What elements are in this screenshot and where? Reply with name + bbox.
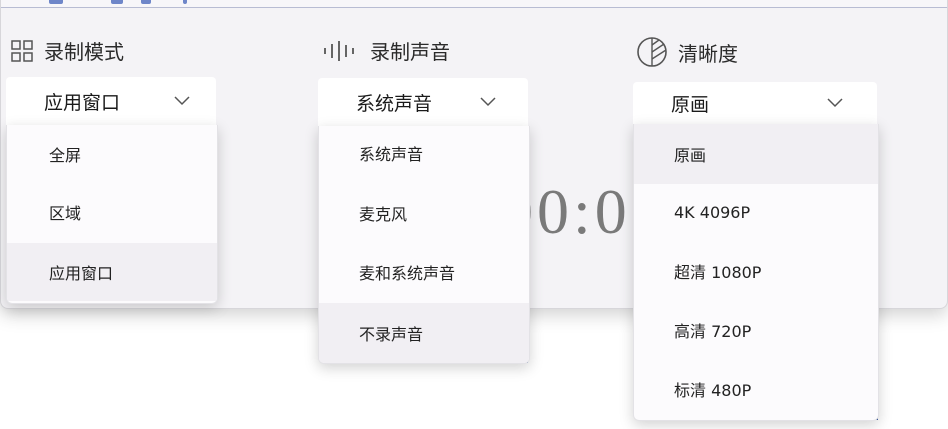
record-audio-value: 系统声音 [356, 92, 433, 115]
window-top-strip [1, 0, 947, 8]
chevron-down-icon [480, 97, 496, 107]
quality-title: 清晰度 [678, 41, 738, 66]
menu-item-fullscreen[interactable]: 全屏 [7, 127, 217, 181]
record-audio-title: 录制声音 [370, 40, 450, 64]
menu-item-4k[interactable]: 4K 4096P [634, 185, 878, 239]
quality-circle-icon [636, 36, 668, 68]
menu-item-region[interactable]: 区域 [7, 185, 217, 239]
menu-item-microphone[interactable]: 麦克风 [319, 186, 529, 240]
record-mode-header: 录制模式 [10, 36, 124, 65]
quality-select[interactable]: 原画 [633, 82, 877, 124]
record-mode-menu: 全屏 区域 应用窗口 [6, 125, 218, 304]
top-hint-mark [49, 0, 63, 4]
menu-item-app-window[interactable]: 应用窗口 [7, 243, 217, 301]
quality-header: 清晰度 [636, 36, 738, 68]
menu-item-no-audio[interactable]: 不录声音 [319, 303, 529, 363]
menu-item-mic-and-system[interactable]: 麦和系统声音 [319, 245, 529, 299]
grid-icon [10, 39, 34, 63]
sound-wave-icon [322, 39, 360, 63]
top-hint-mark [141, 0, 151, 4]
quality-value: 原画 [671, 93, 710, 116]
quality-menu: 原画 4K 4096P 超清 1080P 高清 720P 标清 480P [633, 124, 879, 421]
menu-item-1080p[interactable]: 超清 1080P [634, 244, 878, 298]
menu-item-system-sound[interactable]: 系统声音 [319, 126, 529, 180]
record-audio-header: 录制声音 [322, 36, 450, 65]
menu-item-720p[interactable]: 高清 720P [634, 303, 878, 357]
record-mode-select[interactable]: 应用窗口 [6, 77, 216, 125]
menu-item-480p[interactable]: 标清 480P [634, 362, 878, 416]
record-audio-select[interactable]: 系统声音 [318, 78, 528, 126]
menu-item-original[interactable]: 原画 [634, 124, 878, 184]
top-hint-mark [183, 0, 187, 4]
record-mode-title: 录制模式 [44, 40, 124, 64]
chevron-down-icon [827, 98, 843, 108]
record-mode-value: 应用窗口 [44, 91, 121, 114]
top-hint-mark [111, 0, 123, 4]
chevron-down-icon [174, 96, 190, 106]
record-audio-menu: 系统声音 麦克风 麦和系统声音 不录声音 [318, 126, 530, 364]
